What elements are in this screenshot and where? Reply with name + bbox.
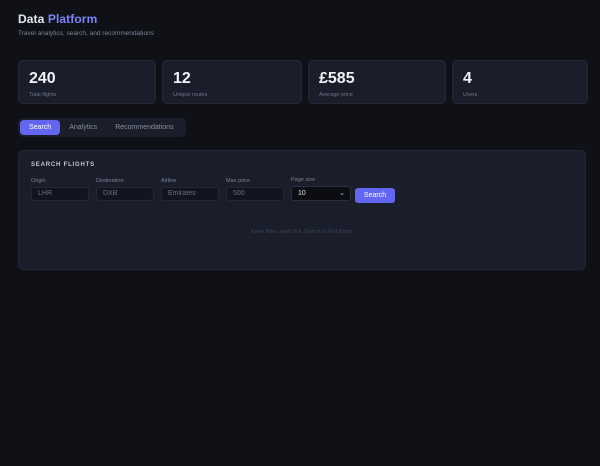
- origin-label: Origin: [31, 178, 46, 184]
- max-price-field-group: Max price 500: [226, 178, 284, 201]
- tab-bar: Search Analytics Recommendations: [18, 118, 186, 137]
- chevron-down-icon: ⌄: [339, 190, 345, 197]
- app-title-accent: Platform: [47, 12, 98, 26]
- stat-label: Average price: [319, 92, 353, 98]
- page-size-select[interactable]: 10 ⌄: [291, 186, 351, 201]
- destination-input[interactable]: DXB: [96, 187, 154, 201]
- origin-input[interactable]: LHR: [31, 187, 89, 201]
- page-size-value: 10: [298, 190, 306, 197]
- page-size-field-group: Page size 10 ⌄: [291, 177, 351, 201]
- stat-value: 240: [29, 70, 56, 87]
- stat-value: £585: [319, 70, 355, 87]
- stat-label: Users: [463, 92, 478, 98]
- stat-label: Unique routes: [173, 92, 208, 98]
- max-price-label: Max price: [226, 178, 250, 184]
- airline-field-group: Airline Emirates: [161, 178, 219, 201]
- stats-row: 240 Total flights 12 Unique routes £585 …: [18, 60, 588, 104]
- stat-value: 12: [173, 70, 191, 87]
- airline-label: Airline: [161, 178, 177, 184]
- tab-analytics[interactable]: Analytics: [60, 120, 106, 135]
- origin-field-group: Origin LHR: [31, 178, 89, 201]
- stat-card-users: 4 Users: [452, 60, 588, 104]
- destination-label: Destination: [96, 178, 124, 184]
- stat-value: 4: [463, 70, 472, 87]
- stat-card-total-flights: 240 Total flights: [18, 60, 156, 104]
- empty-state-text: Enter filters and click Search to find f…: [250, 229, 354, 235]
- app-title: Data Platform: [18, 12, 154, 26]
- app-subtitle: Travel analytics, search, and recommenda…: [18, 30, 154, 37]
- search-button[interactable]: Search: [355, 188, 395, 203]
- tab-recommendations[interactable]: Recommendations: [106, 120, 182, 135]
- max-price-input[interactable]: 500: [226, 187, 284, 201]
- stat-label: Total flights: [29, 92, 57, 98]
- stat-card-unique-routes: 12 Unique routes: [162, 60, 302, 104]
- tab-search[interactable]: Search: [20, 120, 61, 135]
- destination-field-group: Destination DXB: [96, 178, 154, 201]
- page-size-label: Page size: [291, 177, 316, 183]
- app-title-main: Data: [18, 12, 45, 26]
- panel-title: SEARCH FLIGHTS: [31, 162, 95, 168]
- airline-input[interactable]: Emirates: [161, 187, 219, 201]
- page-header: Data Platform Travel analytics, search, …: [18, 12, 154, 37]
- search-panel: SEARCH FLIGHTS Origin LHR Destination DX…: [18, 150, 586, 270]
- stat-card-average-price: £585 Average price: [308, 60, 446, 104]
